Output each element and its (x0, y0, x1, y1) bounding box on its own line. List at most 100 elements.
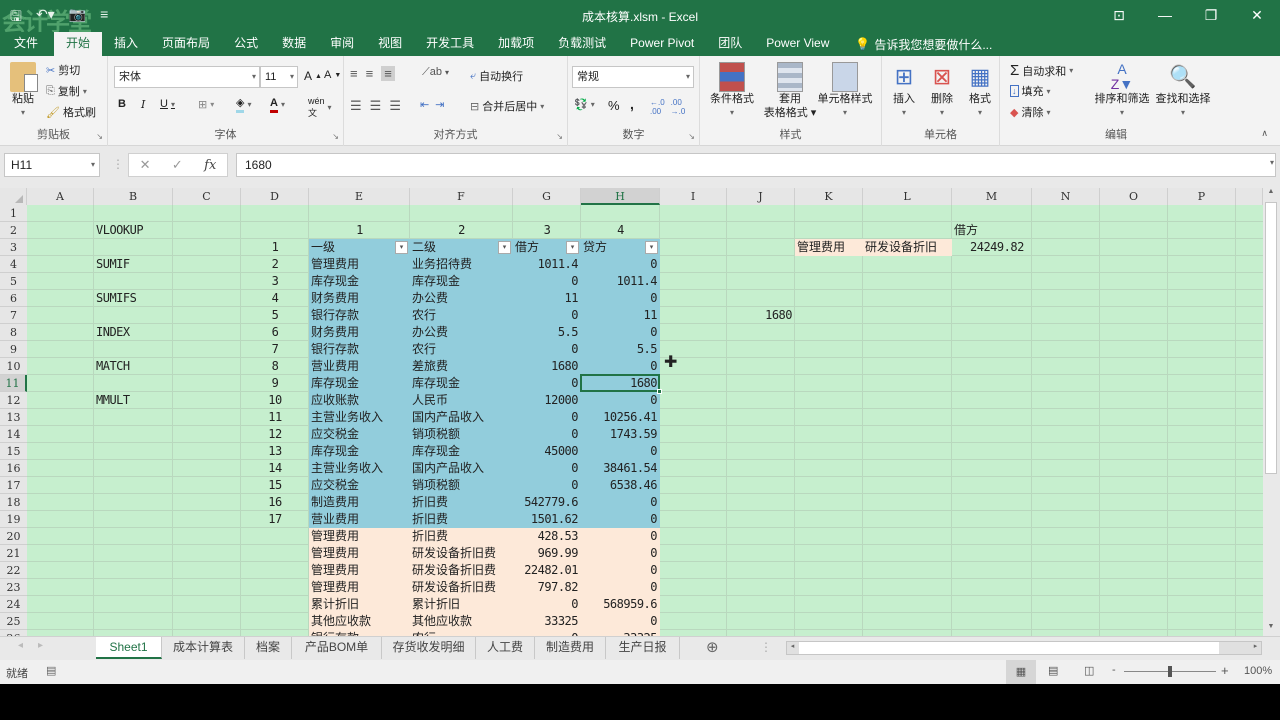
cell-row-number[interactable]: 6 (241, 324, 309, 341)
table-cell-debit[interactable]: 0 (513, 426, 581, 443)
table-cell-level1[interactable]: 财务费用 (309, 290, 410, 307)
formula-bar-grip[interactable]: ⋮ (112, 157, 124, 171)
cancel-icon[interactable]: ✕ (140, 157, 151, 173)
scroll-right-icon[interactable]: ▸ (1250, 642, 1261, 650)
column-header-J[interactable]: J (727, 188, 795, 205)
row-header-7[interactable]: 7 (0, 307, 27, 324)
table-cell-debit[interactable]: 0 (513, 307, 581, 324)
row-header-11[interactable]: 11 (0, 375, 27, 392)
cell-row-number[interactable]: 2 (241, 256, 309, 273)
table-cell-debit[interactable]: 0 (513, 273, 581, 290)
column-header-O[interactable]: O (1100, 188, 1168, 205)
table-cell-credit[interactable]: 0 (581, 494, 660, 511)
conditional-formatting-button[interactable]: 条件格式 ▾ (704, 62, 760, 120)
table-cell-debit[interactable]: 1011.4 (513, 256, 581, 273)
row-header-17[interactable]: 17 (0, 477, 27, 494)
ribbon-tab-12[interactable]: 团队 (706, 32, 754, 56)
cell-row-number[interactable]: 5 (241, 307, 309, 324)
table-cell-level2[interactable]: 折旧费 (410, 494, 513, 511)
row-header-25[interactable]: 25 (0, 613, 27, 630)
table-cell-level2[interactable]: 办公费 (410, 324, 513, 341)
cell-row-number[interactable]: 14 (241, 460, 309, 477)
format-cells-button[interactable]: ▦ 格式 ▾ (962, 62, 998, 120)
align-middle-icon[interactable]: ≡ (366, 66, 374, 81)
ribbon-tab-11[interactable]: Power Pivot (618, 32, 706, 56)
column-header-I[interactable]: I (660, 188, 727, 205)
row-header-10[interactable]: 10 (0, 358, 27, 375)
dialog-launcher-icon[interactable]: ↘ (332, 132, 339, 141)
align-top-icon[interactable]: ≡ (350, 66, 358, 81)
zoom-in-button[interactable]: + (1221, 663, 1229, 678)
row-header-12[interactable]: 12 (0, 392, 27, 409)
row-header-19[interactable]: 19 (0, 511, 27, 528)
cell-row-number[interactable]: 13 (241, 443, 309, 460)
sheet-tab-7[interactable]: 生产日报 (606, 637, 680, 659)
table-header-cell[interactable]: 借方 ▾ (513, 239, 581, 256)
table-cell-level1[interactable]: 银行存款 (309, 341, 410, 358)
cell-row-number[interactable]: 1 (241, 239, 309, 256)
delete-cells-button[interactable]: ⊠ 删除 ▾ (924, 62, 960, 120)
scroll-left-icon[interactable]: ◂ (787, 642, 798, 650)
dialog-launcher-icon[interactable]: ↘ (96, 132, 103, 141)
vertical-scroll-thumb[interactable] (1265, 202, 1277, 474)
table-cell-level2[interactable]: 人民币 (410, 392, 513, 409)
row-header-6[interactable]: 6 (0, 290, 27, 307)
column-header-D[interactable]: D (241, 188, 309, 205)
table-cell-credit[interactable]: 38461.54 (581, 460, 660, 477)
row-header-13[interactable]: 13 (0, 409, 27, 426)
formula-input[interactable]: 1680 (236, 153, 1276, 177)
zoom-level[interactable]: 100% (1244, 665, 1272, 677)
row-header-16[interactable]: 16 (0, 460, 27, 477)
cell-column-index[interactable]: 3 (513, 222, 581, 239)
table-cell-level2[interactable]: 研发设备折旧费 (410, 545, 513, 562)
table-cell-credit[interactable]: 0 (581, 392, 660, 409)
name-box[interactable]: H11 ▾ (4, 153, 100, 177)
table-cell-debit[interactable]: 0 (513, 596, 581, 613)
table-cell-debit[interactable]: 1501.62 (513, 511, 581, 528)
next-sheet-icon[interactable]: ▸ (38, 640, 43, 651)
merge-center-button[interactable]: ⊟ 合并后居中 ▾ (470, 98, 544, 114)
ribbon-tab-2[interactable]: 插入 (102, 32, 150, 56)
table-cell-credit[interactable]: 0 (581, 358, 660, 375)
copy-button[interactable]: ⎘ 复制 ▾ (46, 83, 87, 99)
cell-column-index[interactable]: 1 (309, 222, 410, 239)
table-cell-credit[interactable]: 0 (581, 511, 660, 528)
table-cell-level2[interactable]: 国内产品收入 (410, 460, 513, 477)
autosum-button[interactable]: Σ 自动求和 ▾ (1010, 62, 1073, 79)
ribbon-tab-8[interactable]: 开发工具 (414, 32, 486, 56)
row-header-4[interactable]: 4 (0, 256, 27, 273)
insert-cells-button[interactable]: ⊞ 插入 ▾ (886, 62, 922, 120)
table-cell-debit[interactable]: 1680 (513, 358, 581, 375)
table-cell-credit[interactable]: 0 (581, 256, 660, 273)
collapse-ribbon-icon[interactable]: ∧ (1261, 128, 1268, 139)
scroll-down-icon[interactable]: ▼ (1264, 623, 1278, 636)
table-cell-debit[interactable]: 0 (513, 460, 581, 477)
number-format-select[interactable]: 常规 ▾ (572, 66, 694, 88)
table-cell-debit[interactable]: 5.5 (513, 324, 581, 341)
dialog-launcher-icon[interactable]: ↘ (688, 132, 695, 141)
borders-button[interactable]: ⊞ ▾ (198, 98, 214, 111)
cell-row-number[interactable]: 9 (241, 375, 309, 392)
percent-button[interactable]: % (608, 98, 620, 113)
cell-row-number[interactable]: 4 (241, 290, 309, 307)
column-header-C[interactable]: C (173, 188, 241, 205)
decrease-decimal-icon[interactable]: .00 →.0 (671, 98, 686, 116)
column-header-B[interactable]: B (94, 188, 173, 205)
table-cell-level2[interactable]: 研发设备折旧费 (410, 579, 513, 596)
ribbon-tab-0[interactable]: 文件 (0, 32, 50, 56)
sheet-tab-5[interactable]: 人工费 (476, 637, 535, 659)
cell-row-number[interactable]: 3 (241, 273, 309, 290)
table-cell-credit[interactable]: 0 (581, 443, 660, 460)
table-cell-level1[interactable]: 库存现金 (309, 375, 410, 392)
decimal-buttons[interactable]: ←.0.00 .00 →.0 (650, 98, 685, 116)
cell-row-number[interactable]: 15 (241, 477, 309, 494)
column-header-extra[interactable] (1236, 188, 1263, 205)
phonetic-button[interactable]: wén 文 ▾ (308, 96, 332, 119)
table-cell-level1[interactable]: 管理费用 (309, 545, 410, 562)
cell-function-label[interactable]: SUMIF (94, 256, 173, 273)
ribbon-tab-13[interactable]: Power View (754, 32, 841, 56)
row-header-1[interactable]: 1 (0, 205, 27, 222)
insert-function-icon[interactable]: fx (204, 158, 216, 173)
sheet-tab-1[interactable]: 成本计算表 (162, 637, 245, 659)
sort-filter-button[interactable]: A Z▼ 排序和筛选 ▾ (1092, 62, 1152, 120)
